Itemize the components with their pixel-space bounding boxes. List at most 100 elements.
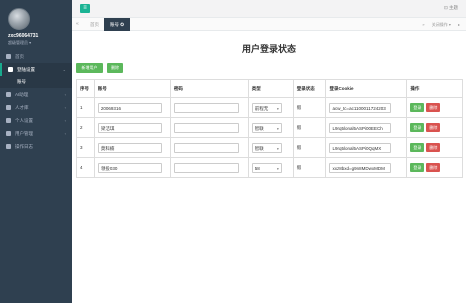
type-select[interactable]: 58 ▾ (251, 162, 282, 173)
user-login-table: 序号 账号 密码 类型 登录状态 登录Cookie 操作 1 20069316 … (76, 79, 463, 178)
row-status: 假 (292, 137, 327, 158)
profile: zxc96064731 超级管理员 ▾ (0, 0, 72, 50)
header-index: 序号 (76, 79, 95, 98)
tab-bar: « 首页 账号 ✪ » 关闭操作 ▾ ▸ (72, 18, 466, 31)
home-icon (6, 54, 11, 59)
sidebar-subitem-account[interactable]: 账号 (0, 76, 72, 88)
theme-button[interactable]: ⊡ 主题 (444, 5, 458, 11)
table-row: 3 莫科楠 智联 ▾ 假 L9rq5lonal5ASPi0QqMX 登录 删除 (76, 137, 463, 158)
main-content: 用户登录状态 新增用户 删除 序号 账号 密码 类型 登录状态 登录Cookie… (72, 31, 466, 303)
login-button[interactable]: 登录 (410, 143, 425, 152)
type-select-value: 58 (254, 165, 260, 171)
table-row: 2 梁洁琪 智联 ▾ 假 L9rq5lonal5ASPi00EECh 登录 删除 (76, 117, 463, 138)
type-select-value: 前程无 (254, 105, 269, 111)
tab-account[interactable]: 账号 ✪ (104, 18, 131, 31)
sidebar-item-label: 登陆设置 (17, 66, 35, 72)
users-icon (6, 105, 11, 110)
page-title: 用户登录状态 (241, 44, 296, 54)
tab-controls: » 关闭操作 ▾ ▸ (416, 18, 460, 31)
chevron-down-icon: ▾ (277, 166, 279, 171)
delete-button[interactable]: 删除 (107, 63, 123, 73)
account-input[interactable]: 20069316 (97, 102, 162, 113)
add-user-button[interactable]: 新增用户 (76, 63, 103, 73)
password-input[interactable] (173, 142, 239, 153)
avatar[interactable] (8, 8, 30, 30)
account-input[interactable]: 领投030 (97, 162, 162, 173)
type-select[interactable]: 智联 ▾ (251, 122, 282, 133)
sidebar-item-label: 操作日志 (15, 143, 33, 149)
delete-row-button[interactable]: 删除 (426, 163, 441, 172)
chevron-left-icon: ‹ (64, 131, 66, 136)
menu-toggle-button[interactable]: ≡ (80, 4, 90, 13)
row-status: 假 (292, 117, 327, 138)
sidebar-item-label: 用户管理 (15, 130, 33, 136)
chevron-down-icon: ▾ (277, 106, 279, 111)
table-row: 1 20069316 前程无 ▾ 假 acw_tc=ac1100011724203… (76, 97, 463, 118)
sidebar-nav: 首页 登陆设置 ⌄ 账号 AI助理 ‹ 人才库 ‹ 个人设置 ‹ 用户管理 ‹ (0, 50, 72, 153)
close-tabs-dropdown[interactable]: 关闭操作 ▾ (432, 22, 451, 27)
account-input[interactable]: 梁洁琪 (97, 122, 162, 133)
header-actions: 操作 (406, 79, 463, 98)
sidebar-item-user-mgmt[interactable]: 用户管理 ‹ (0, 127, 72, 140)
tab-scroll-left-icon[interactable]: « (76, 21, 79, 27)
row-status: 假 (292, 97, 327, 118)
sidebar-item-logs[interactable]: 操作日志 (0, 140, 72, 153)
type-select[interactable]: 前程无 ▾ (251, 102, 282, 113)
header-password: 密码 (169, 79, 249, 98)
login-button[interactable]: 登录 (410, 163, 425, 172)
sidebar-item-label: 账号 (17, 79, 26, 84)
type-select-value: 智联 (254, 145, 264, 151)
row-index: 4 (76, 157, 95, 178)
delete-row-button[interactable]: 删除 (426, 103, 441, 112)
delete-row-button[interactable]: 删除 (426, 123, 441, 132)
row-index: 1 (76, 97, 95, 118)
table-row: 4 领投030 58 ▾ 假 xxz8bxd=g9n8MDwxMDM 登录 删除 (76, 157, 463, 178)
header-type: 类型 (247, 79, 294, 98)
header-cookie: 登录Cookie (325, 79, 408, 98)
password-input[interactable] (173, 122, 239, 133)
row-index: 2 (76, 117, 95, 138)
sidebar-item-talent[interactable]: 人才库 ‹ (0, 101, 72, 114)
login-button[interactable]: 登录 (410, 123, 425, 132)
login-button[interactable]: 登录 (410, 103, 425, 112)
tab-scroll-right-icon[interactable]: » (422, 22, 424, 27)
cookie-input[interactable]: L9rq5lonal5ASPi0QqMX (329, 142, 392, 153)
sidebar: zxc96064731 超级管理员 ▾ 首页 登陆设置 ⌄ 账号 AI助理 ‹ … (0, 0, 72, 303)
chevron-left-icon: ‹ (64, 92, 66, 97)
sidebar-item-label: 个人设置 (15, 117, 33, 123)
chevron-left-icon: ‹ (64, 105, 66, 110)
username[interactable]: zxc96064731 (8, 33, 72, 39)
table-header-row: 序号 账号 密码 类型 登录状态 登录Cookie 操作 (76, 79, 463, 98)
tab-home[interactable]: 首页 (84, 18, 105, 31)
cookie-input[interactable]: acw_tc=ac1100011724203 (329, 102, 392, 113)
cookie-input[interactable]: xxz8bxd=g9n8MDwxMDM (329, 162, 392, 173)
refresh-icon[interactable]: ▸ (458, 22, 460, 27)
sidebar-item-label: AI助理 (15, 91, 29, 97)
type-select[interactable]: 智联 ▾ (251, 142, 282, 153)
header-status: 登录状态 (292, 79, 327, 98)
type-select-value: 智联 (254, 125, 264, 131)
sidebar-item-home[interactable]: 首页 (0, 50, 72, 63)
sidebar-item-label: 人才库 (15, 104, 29, 110)
cookie-input[interactable]: L9rq5lonal5ASPi00EECh (329, 122, 392, 133)
chevron-down-icon: ▾ (277, 126, 279, 131)
gear-icon (8, 67, 13, 72)
chevron-left-icon: ‹ (64, 118, 66, 123)
sidebar-item-ai[interactable]: AI助理 ‹ (0, 88, 72, 101)
account-input[interactable]: 莫科楠 (97, 142, 162, 153)
log-icon (6, 144, 11, 149)
user-group-icon (6, 131, 11, 136)
row-status: 假 (292, 157, 327, 178)
robot-icon (6, 92, 11, 97)
header-account: 账号 (93, 79, 171, 98)
top-bar: ≡ ⊡ 主题 (72, 0, 466, 18)
password-input[interactable] (173, 162, 239, 173)
sidebar-item-personal[interactable]: 个人设置 ‹ (0, 114, 72, 127)
password-input[interactable] (173, 102, 239, 113)
user-icon (6, 118, 11, 123)
sidebar-item-login-settings[interactable]: 登陆设置 ⌄ (0, 63, 72, 76)
chevron-down-icon: ▾ (277, 146, 279, 151)
delete-row-button[interactable]: 删除 (426, 143, 441, 152)
sidebar-item-label: 首页 (15, 53, 24, 59)
user-role-dropdown[interactable]: 超级管理员 ▾ (8, 40, 72, 46)
